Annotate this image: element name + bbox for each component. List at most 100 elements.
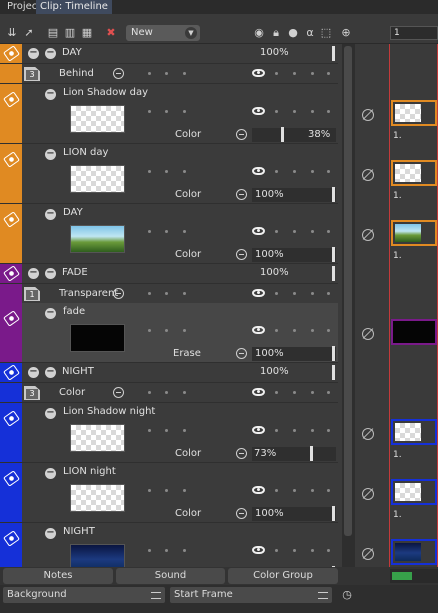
color-group-button[interactable]: Color Group bbox=[228, 568, 338, 584]
eye-icon[interactable] bbox=[252, 546, 265, 554]
opacity-handle[interactable] bbox=[332, 506, 335, 521]
blend-mode-icon[interactable] bbox=[113, 387, 124, 398]
collapse-icon[interactable]: − bbox=[45, 308, 56, 319]
layer-row-layer[interactable]: ● − LION night Color 100% bbox=[0, 463, 338, 523]
opacity-handle[interactable] bbox=[332, 346, 335, 361]
scroll-thumb[interactable] bbox=[344, 46, 352, 536]
keyframe-cell[interactable] bbox=[391, 160, 437, 186]
layer-thumbnail[interactable] bbox=[70, 225, 125, 253]
null-keyframe-icon[interactable] bbox=[362, 488, 374, 500]
opacity-bar[interactable] bbox=[332, 46, 335, 61]
collapse-icon[interactable]: − bbox=[45, 89, 56, 100]
layer-thumbnail[interactable] bbox=[70, 484, 125, 512]
null-keyframe-icon[interactable] bbox=[362, 169, 374, 181]
collapse-icon[interactable]: − bbox=[45, 48, 56, 59]
opacity-mode-icon[interactable] bbox=[236, 508, 247, 519]
opacity-mode-icon[interactable] bbox=[236, 448, 247, 459]
null-keyframe-icon[interactable] bbox=[362, 548, 374, 560]
eye-icon[interactable] bbox=[252, 426, 265, 434]
layer-row-group[interactable]: ● − − DAY 100% bbox=[0, 44, 338, 64]
collapse-icon[interactable]: − bbox=[45, 367, 56, 378]
opacity-handle[interactable] bbox=[332, 187, 335, 202]
blend-mode-icon[interactable] bbox=[113, 288, 124, 299]
opacity-handle[interactable] bbox=[332, 247, 335, 262]
keyframe-cell[interactable] bbox=[391, 539, 437, 565]
layer-duplicate-icon[interactable]: ▥ bbox=[63, 26, 77, 40]
selection-icon[interactable]: ⬚ bbox=[319, 26, 333, 40]
timeline-scroll-track[interactable] bbox=[390, 569, 438, 583]
start-frame-field[interactable]: Start Frame bbox=[170, 587, 332, 603]
null-keyframe-icon[interactable] bbox=[362, 229, 374, 241]
eye-icon[interactable] bbox=[252, 289, 265, 297]
stack-down-icon[interactable]: ⇊ bbox=[5, 26, 19, 40]
eye-icon[interactable] bbox=[252, 326, 265, 334]
layer-thumbnail[interactable] bbox=[70, 324, 125, 352]
opacity-mode-icon[interactable] bbox=[236, 249, 247, 260]
opacity-mode-icon[interactable] bbox=[236, 348, 247, 359]
keyframe-cell[interactable] bbox=[391, 479, 437, 505]
eye-icon[interactable] bbox=[252, 107, 265, 115]
null-keyframe-icon[interactable] bbox=[362, 428, 374, 440]
collapse-icon[interactable]: − bbox=[28, 268, 39, 279]
layer-new-icon[interactable]: ▦ bbox=[80, 26, 94, 40]
layer-row-group[interactable]: ● − − NIGHT 100% bbox=[0, 363, 338, 383]
opacity-bar[interactable] bbox=[332, 266, 335, 281]
collapse-icon[interactable]: − bbox=[45, 209, 56, 220]
clock-icon[interactable]: ◷ bbox=[340, 588, 354, 602]
keyframe-cell[interactable] bbox=[391, 100, 437, 126]
notes-button[interactable]: Notes bbox=[3, 568, 113, 584]
layer-row-layer[interactable]: ● − Lion Shadow day Color 38% bbox=[0, 84, 338, 144]
timeline-scroll-thumb[interactable] bbox=[392, 572, 412, 580]
collapse-icon[interactable]: − bbox=[28, 48, 39, 59]
eye-icon[interactable] bbox=[252, 486, 265, 494]
keyframe-cell[interactable] bbox=[391, 220, 437, 246]
layer-scrollbar[interactable] bbox=[342, 44, 355, 568]
zoom-icon[interactable]: ⊕ bbox=[339, 26, 353, 40]
sound-button[interactable]: Sound bbox=[116, 568, 225, 584]
layer-row-folder[interactable]: 3 Color bbox=[0, 383, 338, 403]
collapse-icon[interactable]: − bbox=[45, 468, 56, 479]
layer-row-folder[interactable]: 1 Transparent bbox=[0, 284, 338, 304]
layer-thumbnail[interactable] bbox=[70, 544, 125, 568]
layer-type-dropdown[interactable]: New ▼ bbox=[126, 25, 200, 41]
layer-add-icon[interactable]: ▤ bbox=[46, 26, 60, 40]
opacity-mode-icon[interactable] bbox=[236, 189, 247, 200]
eye-icon[interactable]: ◉ bbox=[252, 26, 266, 40]
alpha-icon[interactable]: α bbox=[303, 26, 317, 40]
eye-icon[interactable] bbox=[252, 388, 265, 396]
keyframe-cell[interactable] bbox=[391, 419, 437, 445]
collapse-icon[interactable]: − bbox=[28, 367, 39, 378]
opacity-handle[interactable] bbox=[281, 127, 284, 142]
opacity-handle[interactable] bbox=[310, 446, 313, 461]
layer-row-layer[interactable]: ●−NIGHTColor100% bbox=[0, 523, 338, 568]
blend-mode-icon[interactable] bbox=[113, 68, 124, 79]
null-keyframe-icon[interactable] bbox=[362, 109, 374, 121]
tab-clip-timeline[interactable]: Clip: Timeline bbox=[36, 0, 112, 14]
layer-row-layer[interactable]: ● − Lion Shadow night Color 73% bbox=[0, 403, 338, 463]
lightbulb-icon[interactable]: ● bbox=[286, 26, 300, 40]
keyframe-cell[interactable] bbox=[391, 319, 437, 345]
collapse-icon[interactable]: − bbox=[45, 149, 56, 160]
layer-row-folder[interactable]: 3 Behind bbox=[0, 64, 338, 84]
layer-thumbnail[interactable] bbox=[70, 424, 125, 452]
layer-thumbnail[interactable] bbox=[70, 105, 125, 133]
opacity-mode-icon[interactable] bbox=[236, 129, 247, 140]
layer-row-layer[interactable]: ● − LION day Color 100% bbox=[0, 144, 338, 204]
frame-field[interactable]: 1 bbox=[390, 26, 438, 40]
opacity-bar[interactable] bbox=[332, 365, 335, 380]
eye-icon[interactable] bbox=[252, 69, 265, 77]
layer-thumbnail[interactable] bbox=[70, 165, 125, 193]
null-keyframe-icon[interactable] bbox=[362, 328, 374, 340]
eye-icon[interactable] bbox=[252, 227, 265, 235]
layer-row-layer[interactable]: ● − DAY Color 100% bbox=[0, 204, 338, 264]
collapse-icon[interactable]: − bbox=[45, 528, 56, 539]
layer-row-group[interactable]: ● − − FADE 100% bbox=[0, 264, 338, 284]
pointer-stack-icon[interactable]: ➚ bbox=[22, 26, 36, 40]
eye-icon[interactable] bbox=[252, 167, 265, 175]
delete-layer-icon[interactable]: ✖ bbox=[104, 26, 118, 40]
collapse-icon[interactable]: − bbox=[45, 408, 56, 419]
collapse-icon[interactable]: − bbox=[45, 268, 56, 279]
layer-row-layer[interactable]: ● − fade Erase 100% bbox=[0, 303, 338, 363]
background-field[interactable]: Background bbox=[3, 587, 165, 603]
lock-icon[interactable]: 🔒︎ bbox=[269, 26, 283, 40]
